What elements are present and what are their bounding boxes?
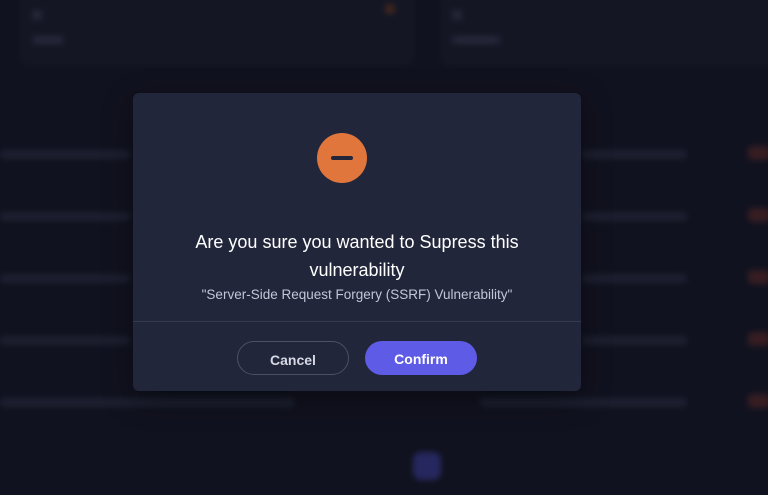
suppress-confirm-dialog: Are you sure you wanted to Supress this … [133,93,581,391]
minus-circle-icon [317,133,367,183]
dialog-title: Are you sure you wanted to Supress this … [195,232,519,280]
cancel-button[interactable]: Cancel [237,341,349,375]
confirm-button[interactable]: Confirm [365,341,477,375]
vulnerability-name: "Server-Side Request Forgery (SSRF) Vuln… [201,287,513,302]
divider [133,321,581,322]
